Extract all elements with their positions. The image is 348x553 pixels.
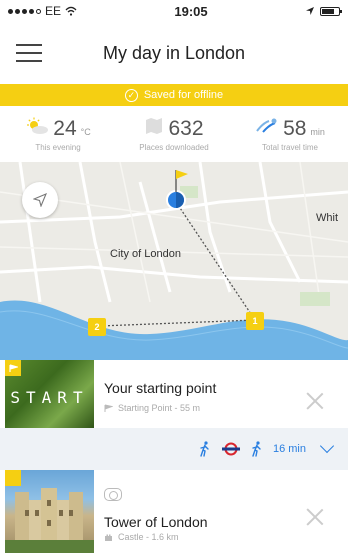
- flag-badge-icon: [5, 360, 21, 376]
- underground-icon: [221, 442, 240, 456]
- stat-weather-unit: °C: [80, 126, 91, 137]
- stat-travel-label: Total travel time: [261, 142, 319, 152]
- list-item-tower-of-london[interactable]: Tower of London Castle - 1.6 km: [0, 470, 348, 553]
- map-view[interactable]: City of London Whit 2 1: [0, 162, 348, 360]
- locate-button[interactable]: [22, 182, 58, 218]
- chevron-down-icon[interactable]: [319, 438, 335, 454]
- stat-weather: 24 °C This evening: [0, 106, 116, 162]
- offline-banner-text: Saved for offline: [143, 89, 224, 101]
- status-bar: EE 19:05: [0, 0, 348, 22]
- location-arrow-icon: [305, 7, 314, 15]
- header: My day in London: [0, 22, 348, 84]
- battery-icon: [319, 6, 342, 16]
- walk-icon: [200, 441, 209, 457]
- flag-icon: [104, 404, 113, 412]
- map-label-whitechapel: Whit: [316, 212, 338, 224]
- map-pin-2[interactable]: 2: [88, 318, 106, 336]
- map-label-city: City of London: [110, 248, 181, 260]
- map-download-icon: [146, 117, 163, 134]
- thumbnail-text: START: [10, 388, 89, 407]
- route-time: 16 min: [272, 443, 306, 455]
- stat-places: 632 Places downloaded: [116, 106, 232, 162]
- stat-travel-unit: min: [310, 126, 325, 137]
- card-subtitle-row: Castle - 1.6 km: [104, 532, 179, 542]
- status-left: EE: [8, 4, 77, 18]
- offline-banner: ✓ Saved for offline: [0, 84, 348, 106]
- page-title: My day in London: [102, 42, 246, 63]
- stats-row: 24 °C This evening 632 Places downloaded…: [0, 106, 348, 162]
- wifi-icon: [65, 6, 77, 16]
- status-time: 19:05: [174, 3, 208, 19]
- status-right: [305, 6, 342, 16]
- card-title: Your starting point: [104, 380, 217, 396]
- camera-icon: [104, 488, 122, 501]
- stat-weather-value: 24: [53, 116, 77, 140]
- card-subtitle-row: Starting Point - 55 m: [104, 403, 200, 413]
- castle-badge-icon: [5, 470, 21, 486]
- remove-button[interactable]: [306, 508, 324, 526]
- list-item-starting-point[interactable]: START Your starting point Starting Point…: [0, 360, 348, 428]
- walk-icon: [252, 441, 261, 457]
- castle-icon: [105, 534, 112, 541]
- menu-icon[interactable]: [16, 44, 42, 62]
- stat-weather-label: This evening: [35, 142, 81, 152]
- check-icon: ✓: [124, 88, 138, 102]
- card-subtitle: Castle - 1.6 km: [118, 532, 179, 542]
- card-subtitle: Starting Point - 55 m: [118, 403, 201, 413]
- travel-icon: [256, 118, 277, 133]
- stat-places-label: Places downloaded: [139, 142, 209, 152]
- stat-travel: 58 min Total travel time: [232, 106, 348, 162]
- stat-places-value: 632: [168, 116, 204, 140]
- weather-icon: [27, 117, 49, 134]
- location-arrow-icon: [33, 193, 47, 207]
- route-bar[interactable]: 16 min: [0, 428, 348, 470]
- signal-icon: [8, 8, 41, 14]
- map-pin-1[interactable]: 1: [246, 312, 264, 330]
- carrier-label: EE: [45, 4, 62, 18]
- stat-travel-value: 58: [283, 116, 307, 140]
- card-title: Tower of London: [104, 514, 208, 530]
- remove-button[interactable]: [306, 392, 324, 410]
